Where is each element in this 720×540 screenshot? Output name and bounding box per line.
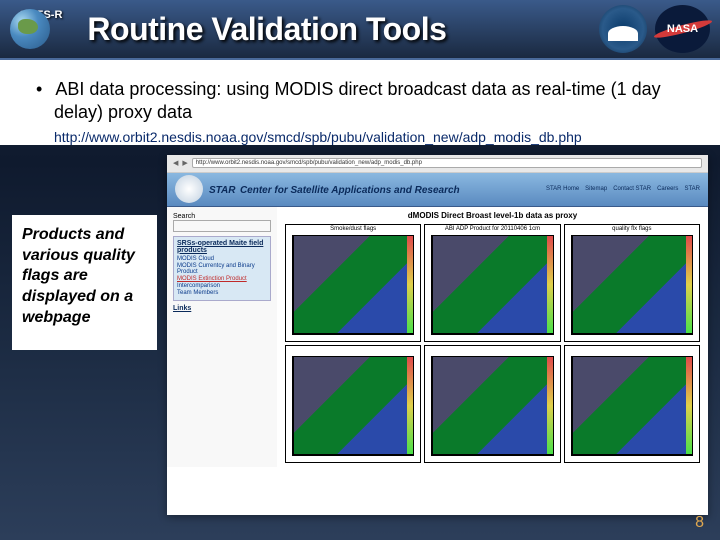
slide-header: GOES-R Routine Validation Tools NASA — [0, 0, 720, 60]
map-label: Smoke/dust flags — [286, 225, 420, 233]
map-panel: quality flx flags — [564, 224, 700, 342]
search-input — [173, 220, 271, 232]
nasa-logo-icon: NASA — [655, 5, 710, 53]
callout-box: Products and various quality flags are d… — [12, 215, 157, 350]
sidebar-link: Intercomparison — [177, 283, 267, 289]
slide-title: Routine Validation Tools — [87, 11, 446, 48]
browser-screenshot: ◀ ▶ http://www.orbit2.nesdis.noaa.gov/sm… — [167, 155, 708, 515]
map-panel: Smoke/dust flags — [285, 224, 421, 342]
main-area: Products and various quality flags are d… — [0, 145, 720, 515]
map-grid: Smoke/dust flags ABI ADP Product for 201… — [281, 224, 704, 463]
map-panel — [285, 345, 421, 463]
content-block: ABI data processing: using MODIS direct … — [0, 60, 720, 145]
star-banner: STAR Center for Satellite Applications a… — [167, 173, 708, 207]
bullet-text: ABI data processing: using MODIS direct … — [24, 78, 696, 125]
panel-title: dMODIS Direct Broast level-1b data as pr… — [281, 211, 704, 220]
map-label: quality flx flags — [565, 225, 699, 233]
slide-number: 8 — [695, 514, 704, 532]
sidebar-link: MODIS Currentcy and Binary Product — [177, 263, 267, 275]
forward-icon: ▶ — [182, 159, 187, 167]
sidebar-link: Team Members — [177, 290, 267, 296]
nav-item: Sitemap — [585, 186, 607, 192]
sidebar-link: MODIS Extinction Product — [177, 276, 267, 282]
sidebar-products: SRSs-operated Maite field products MODIS… — [173, 236, 271, 301]
map-label: ABI ADP Product for 20110406 1cm — [425, 225, 559, 233]
star-seal-icon — [175, 175, 203, 203]
page-body: Search SRSs-operated Maite field product… — [167, 207, 708, 467]
star-subtitle: Center for Satellite Applications and Re… — [240, 185, 460, 196]
map-canvas — [571, 235, 693, 335]
map-canvas — [292, 235, 414, 335]
earth-icon — [10, 9, 50, 49]
map-panel: ABI ADP Product for 20110406 1cm — [424, 224, 560, 342]
browser-chrome: ◀ ▶ http://www.orbit2.nesdis.noaa.gov/sm… — [167, 155, 708, 173]
goes-badge: GOES-R — [10, 9, 62, 49]
map-canvas — [292, 356, 414, 456]
sidebar-link: MODIS Cloud — [177, 256, 267, 262]
search-label: Search — [173, 213, 271, 220]
validation-url: http://www.orbit2.nesdis.noaa.gov/smcd/s… — [24, 129, 696, 145]
star-title: STAR — [209, 185, 235, 196]
nasa-label: NASA — [667, 23, 698, 35]
map-panel — [424, 345, 560, 463]
sidebar-heading: SRSs-operated Maite field products — [177, 240, 267, 254]
nav-item: STAR — [684, 186, 700, 192]
map-canvas — [431, 235, 553, 335]
noaa-logo-icon — [599, 5, 647, 53]
address-bar: http://www.orbit2.nesdis.noaa.gov/smcd/s… — [192, 158, 702, 168]
nav-item: Contact STAR — [613, 186, 651, 192]
nav-item: STAR Home — [546, 186, 579, 192]
map-label — [565, 346, 699, 348]
map-canvas — [431, 356, 553, 456]
map-label — [425, 346, 559, 348]
back-icon: ◀ — [173, 159, 178, 167]
star-nav: STAR Home Sitemap Contact STAR Careers S… — [546, 186, 700, 192]
sidebar-links-heading: Links — [173, 305, 271, 312]
map-label — [286, 346, 420, 348]
star-text: STAR Center for Satellite Applications a… — [209, 180, 460, 198]
page-sidebar: Search SRSs-operated Maite field product… — [167, 207, 277, 467]
nav-item: Careers — [657, 186, 678, 192]
map-canvas — [571, 356, 693, 456]
main-panel: dMODIS Direct Broast level-1b data as pr… — [277, 207, 708, 467]
map-panel — [564, 345, 700, 463]
